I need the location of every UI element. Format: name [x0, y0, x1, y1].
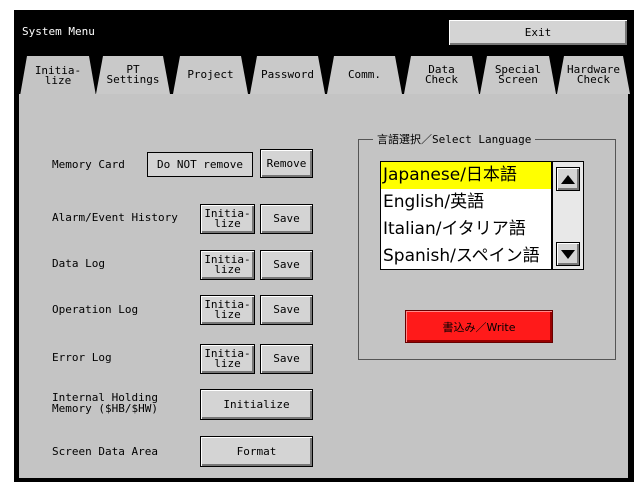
internal-holding-label: Internal Holding Memory ($HB/$HW) [52, 391, 158, 415]
system-menu-screen: System Menu Exit Initia- lize PT Setting… [0, 0, 640, 486]
error-log-initialize-button[interactable]: Initia- lize [200, 344, 255, 374]
arrow-up-icon [561, 174, 575, 184]
screen-data-label: Screen Data Area [52, 445, 158, 458]
language-group-title: 言語選択／Select Language [373, 131, 536, 147]
alarm-save-button[interactable]: Save [260, 204, 313, 234]
operation-log-label: Operation Log [52, 303, 139, 316]
language-listbox[interactable]: Japanese/日本語 English/英語 Italian/イタリア語 Sp… [380, 161, 552, 270]
language-option-english[interactable]: English/英語 [381, 189, 551, 216]
exit-button[interactable]: Exit [448, 19, 628, 46]
data-log-label: Data Log [52, 257, 105, 270]
data-log-initialize-button[interactable]: Initia- lize [200, 250, 255, 280]
initialize-holding-button[interactable]: Initialize [200, 389, 313, 420]
tab-hardware-check[interactable]: Hardware Check [557, 56, 630, 94]
language-scrollbar[interactable] [552, 161, 584, 270]
operation-log-initialize-button[interactable]: Initia- lize [200, 295, 255, 325]
window-title: System Menu [22, 25, 95, 38]
tab-password[interactable]: Password [250, 56, 325, 94]
scroll-up-button[interactable] [556, 167, 580, 191]
tab-project[interactable]: Project [173, 56, 248, 94]
alarm-initialize-button[interactable]: Initia- lize [200, 204, 255, 234]
language-option-japanese[interactable]: Japanese/日本語 [381, 162, 551, 189]
tab-special-screen[interactable]: Special Screen [480, 56, 556, 94]
alarm-history-label: Alarm/Event History [52, 211, 178, 224]
operation-log-save-button[interactable]: Save [260, 295, 313, 325]
scroll-down-button[interactable] [556, 242, 580, 266]
arrow-down-icon [561, 249, 575, 259]
memory-card-status: Do NOT remove [147, 152, 253, 177]
language-option-spanish[interactable]: Spanish/スペイン語 [381, 243, 551, 270]
memory-card-label: Memory Card [52, 158, 125, 171]
error-log-label: Error Log [52, 351, 112, 364]
tab-pt-settings[interactable]: PT Settings [96, 56, 170, 94]
error-log-save-button[interactable]: Save [260, 344, 313, 374]
tab-initialize[interactable]: Initia- lize [20, 56, 96, 96]
language-option-italian[interactable]: Italian/イタリア語 [381, 216, 551, 243]
data-log-save-button[interactable]: Save [260, 250, 313, 280]
tab-data-check[interactable]: Data Check [404, 56, 479, 94]
tab-comm[interactable]: Comm. [327, 56, 402, 94]
remove-button[interactable]: Remove [260, 149, 313, 178]
format-button[interactable]: Format [200, 436, 313, 467]
write-language-button[interactable]: 書込み／Write [405, 310, 553, 343]
